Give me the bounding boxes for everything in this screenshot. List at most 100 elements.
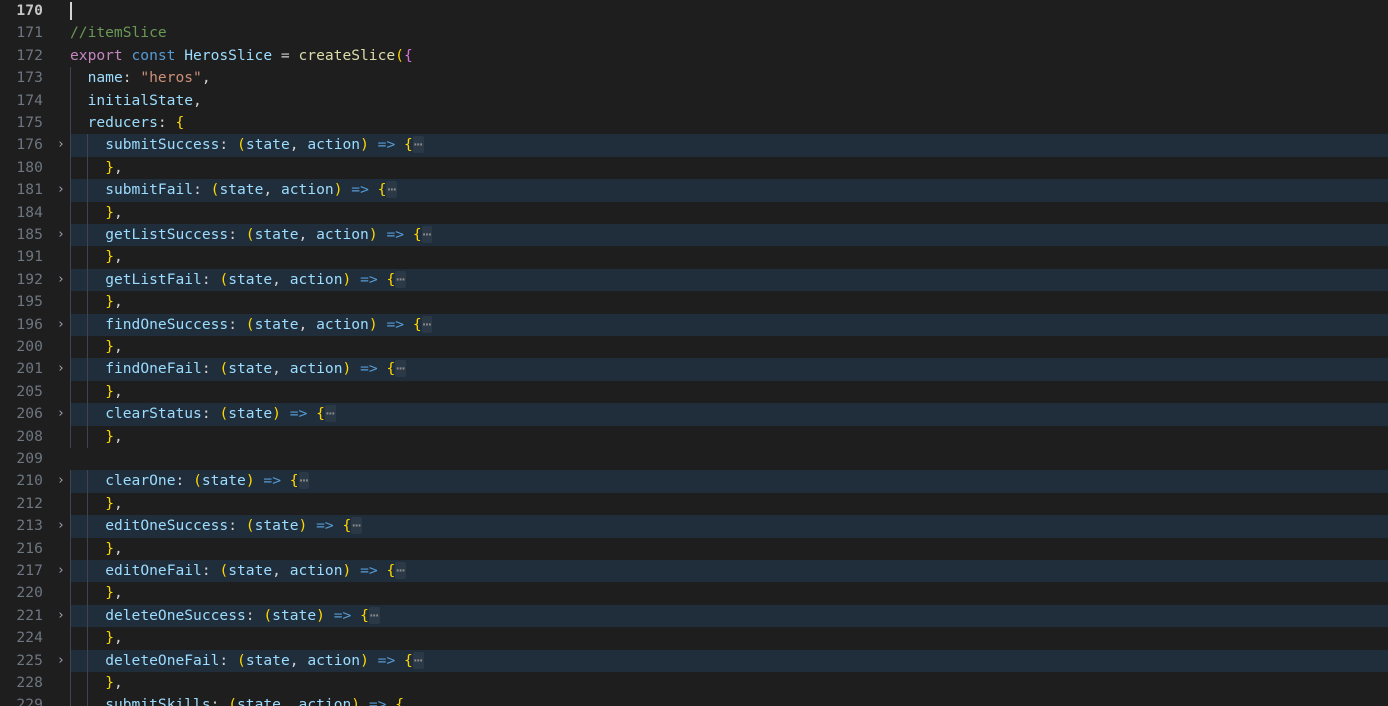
code-line[interactable]: 205 }, <box>0 380 1388 404</box>
code-text: submitSkills: (state, action) => { <box>105 696 405 706</box>
chevron-right-icon[interactable]: › <box>53 179 69 201</box>
code-text: clearStatus: (state) => {⋯ <box>105 405 336 423</box>
code-text: findOneSuccess: (state, action) => {⋯ <box>105 315 433 333</box>
gutter: 201 › <box>0 358 70 381</box>
gutter: 184 <box>0 201 70 224</box>
code-line[interactable]: 172 export const HerosSlice = createSlice… <box>0 44 1388 68</box>
code-line[interactable]: 174 initialState, <box>0 89 1388 112</box>
code-line[interactable]: 175 reducers: { <box>0 112 1388 135</box>
code-line[interactable]: 170 <box>0 0 1388 23</box>
line-number: 181 <box>16 181 43 199</box>
line-number: 174 <box>16 91 43 109</box>
code-text: }, <box>105 203 123 221</box>
gutter: 180 <box>0 156 70 180</box>
chevron-right-icon[interactable]: › <box>53 403 69 425</box>
code-text: }, <box>105 427 123 445</box>
line-number: 201 <box>16 360 43 378</box>
code-line[interactable]: 196 › findOneSuccess: (state, action) => … <box>0 313 1388 336</box>
line-number: 221 <box>16 606 43 624</box>
code-line[interactable]: 180 }, <box>0 156 1388 180</box>
line-number: 217 <box>16 562 43 579</box>
line-number: 206 <box>16 405 43 423</box>
gutter: 176 › <box>0 134 70 157</box>
chevron-right-icon[interactable]: › <box>53 358 69 380</box>
chevron-right-icon[interactable]: › <box>53 560 69 582</box>
code-text: }, <box>105 539 123 557</box>
chevron-right-icon[interactable]: › <box>53 314 69 336</box>
code-line[interactable]: 173 name: "heros", <box>0 67 1388 90</box>
gutter: 210 › <box>0 470 70 493</box>
chevron-right-icon[interactable]: › <box>53 134 69 156</box>
code-text: reducers: { <box>87 114 185 131</box>
code-text: name: "heros", <box>87 69 211 87</box>
gutter: 173 <box>0 67 70 90</box>
code-line[interactable]: 184 }, <box>0 201 1388 224</box>
code-line[interactable]: 191 }, <box>0 246 1388 269</box>
gutter: 181 › <box>0 179 70 202</box>
code-text: submitSuccess: (state, action) => {⋯ <box>105 136 424 154</box>
code-text: deleteOneSuccess: (state) => {⋯ <box>105 606 380 624</box>
code-text: clearOne: (state) => {⋯ <box>105 472 310 490</box>
line-number: 208 <box>16 427 43 445</box>
code-line[interactable]: 213 › editOneSuccess: (state) => {⋯ <box>0 515 1388 538</box>
gutter: 209 <box>0 448 70 471</box>
chevron-right-icon[interactable]: › <box>53 650 69 672</box>
gutter: 185 › <box>0 224 70 247</box>
gutter: 221 › <box>0 604 70 628</box>
chevron-right-icon[interactable]: › <box>53 515 69 537</box>
code-line[interactable]: 228 }, <box>0 672 1388 695</box>
gutter: 174 <box>0 89 70 112</box>
code-line[interactable]: 185 › getListSuccess: (state, action) => … <box>0 224 1388 247</box>
code-line[interactable]: 201 › findOneFail: (state, action) => {⋯ <box>0 358 1388 381</box>
code-text: editOneSuccess: (state) => {⋯ <box>105 517 363 535</box>
gutter: 175 <box>0 112 70 135</box>
code-text: }, <box>105 674 123 691</box>
line-number: 191 <box>16 248 43 266</box>
gutter: 224 <box>0 627 70 650</box>
line-number: 216 <box>16 539 43 557</box>
code-line[interactable]: 176 › submitSuccess: (state, action) => {… <box>0 134 1388 157</box>
gutter: 200 <box>0 336 70 359</box>
line-number: 209 <box>16 450 43 467</box>
code-text: }, <box>105 293 123 311</box>
gutter: 191 <box>0 246 70 269</box>
line-number: 224 <box>16 629 43 647</box>
code-line[interactable]: 216 }, <box>0 537 1388 560</box>
gutter: 195 <box>0 291 70 314</box>
code-line[interactable]: 221 › deleteOneSuccess: (state) => {⋯ <box>0 604 1388 628</box>
code-line[interactable]: 208 }, <box>0 425 1388 448</box>
code-editor[interactable]: 170 171 //itemSlice 172 export const HerosSl… <box>0 0 1388 706</box>
code-line[interactable]: 225 › deleteOneFail: (state, action) => {… <box>0 649 1388 672</box>
code-line[interactable]: 181 › submitFail: (state, action) => {⋯ <box>0 179 1388 202</box>
code-line[interactable]: 206 › clearStatus: (state) => {⋯ <box>0 403 1388 426</box>
code-line[interactable]: 224 }, <box>0 627 1388 650</box>
code-line[interactable]: 229 submitSkills: (state, action) => { <box>0 694 1388 706</box>
gutter: 172 <box>0 44 70 68</box>
code-text: }, <box>105 248 123 266</box>
line-number: 175 <box>16 114 43 131</box>
gutter: 205 <box>0 380 70 404</box>
code-line[interactable]: 200 }, <box>0 336 1388 359</box>
code-line[interactable]: 220 }, <box>0 582 1388 605</box>
code-line[interactable]: 212 }, <box>0 492 1388 516</box>
code-line[interactable]: 171 //itemSlice <box>0 22 1388 45</box>
chevron-right-icon[interactable]: › <box>53 224 69 246</box>
line-number: 180 <box>16 158 43 176</box>
chevron-right-icon[interactable]: › <box>53 269 69 291</box>
gutter: 220 <box>0 582 70 605</box>
chevron-right-icon[interactable]: › <box>53 605 69 627</box>
gutter: 216 <box>0 537 70 560</box>
line-number: 196 <box>16 315 43 333</box>
code-line[interactable]: 195 }, <box>0 291 1388 314</box>
line-number: 176 <box>16 136 43 154</box>
gutter: 225 › <box>0 649 70 672</box>
code-line[interactable]: 210 › clearOne: (state) => {⋯ <box>0 470 1388 493</box>
chevron-right-icon[interactable]: › <box>53 470 69 492</box>
code-line[interactable]: 192 › getListFail: (state, action) => {⋯ <box>0 268 1388 292</box>
line-number: 171 <box>16 24 43 42</box>
code-line[interactable]: 209 <box>0 448 1388 471</box>
code-line[interactable]: 217 › editOneFail: (state, action) => {⋯ <box>0 560 1388 583</box>
code-text: getListFail: (state, action) => {⋯ <box>105 270 407 288</box>
line-number: 228 <box>16 674 43 691</box>
